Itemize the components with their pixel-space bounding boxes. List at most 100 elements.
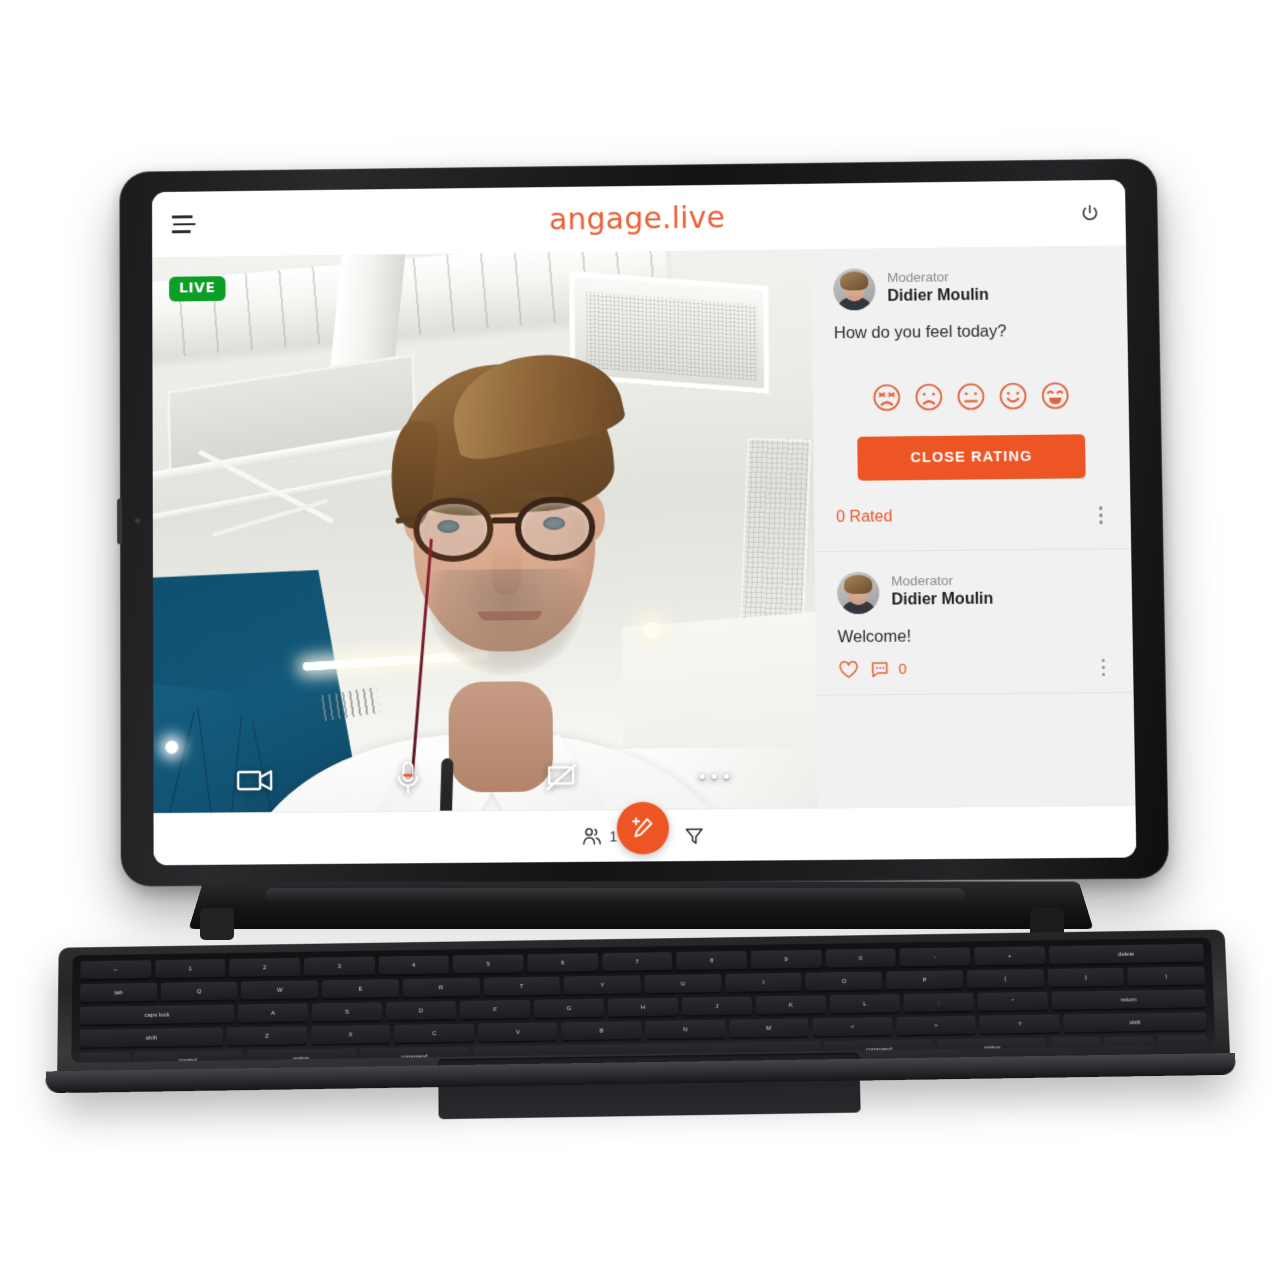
keyboard-key[interactable]: W xyxy=(241,980,319,1001)
keyboard-key[interactable] xyxy=(1157,1035,1208,1055)
tablet-power-side-button[interactable] xyxy=(117,498,123,545)
keyboard-key[interactable]: shift xyxy=(79,1027,224,1049)
keyboard-key[interactable]: C xyxy=(394,1023,475,1044)
keyboard-key[interactable]: S xyxy=(311,1002,383,1023)
keyboard-key[interactable]: " xyxy=(977,991,1049,1012)
keyboard-key[interactable]: + xyxy=(973,946,1045,967)
emoji-angry-icon[interactable] xyxy=(871,382,901,412)
keyboard-key[interactable]: Z xyxy=(227,1026,307,1047)
keyboard-key[interactable]: N xyxy=(645,1019,726,1040)
keyboard-key[interactable]: O xyxy=(805,971,883,992)
brand-logo: angage.live xyxy=(548,200,726,238)
people-icon xyxy=(580,825,602,847)
keyboard-key[interactable]: 9 xyxy=(750,949,822,970)
keyboard-hinge-bar xyxy=(265,888,965,903)
keyboard-key[interactable]: P xyxy=(886,970,964,991)
keyboard-key[interactable]: K xyxy=(755,995,827,1016)
app-header: angage.live xyxy=(152,179,1127,258)
message-options-kebab-icon[interactable] xyxy=(1095,656,1111,678)
avatar xyxy=(833,268,876,311)
live-badge: LIVE xyxy=(169,276,226,302)
keyboard-key[interactable] xyxy=(1050,1036,1101,1057)
keyboard-key[interactable]: ~ xyxy=(80,960,151,981)
keyboard-key[interactable]: control xyxy=(132,1050,243,1063)
keyboard-key[interactable]: 1 xyxy=(154,958,226,979)
keyboard-key[interactable]: : xyxy=(903,992,975,1013)
keyboard-key[interactable]: V xyxy=(477,1022,558,1043)
keyboard-key[interactable]: F xyxy=(459,999,531,1020)
keyboard-key[interactable]: I xyxy=(725,972,803,993)
comment-bubble-icon[interactable] xyxy=(869,659,890,680)
glasses-lens-left xyxy=(413,497,494,563)
keyboard-key[interactable]: T xyxy=(483,976,561,997)
emoji-sad-icon[interactable] xyxy=(913,382,943,412)
participants-button[interactable]: 1 xyxy=(580,825,617,847)
power-icon[interactable] xyxy=(1073,197,1106,229)
keyboard-key[interactable]: } xyxy=(1047,967,1125,988)
emoji-smile-icon[interactable] xyxy=(997,381,1028,411)
keyboard-key[interactable]: caps lock xyxy=(79,1004,234,1026)
keyboard-key[interactable]: 6 xyxy=(527,953,599,974)
keyboard-key[interactable]: B xyxy=(561,1020,642,1042)
compose-pencil-icon xyxy=(630,815,656,841)
keyboard-key[interactable]: 5 xyxy=(452,954,524,975)
hamburger-menu-icon[interactable] xyxy=(171,207,206,241)
microphone-toggle-button[interactable] xyxy=(332,760,485,797)
more-options-button[interactable] xyxy=(638,773,792,779)
presenter-portrait xyxy=(152,249,817,814)
screenshare-toggle-button[interactable] xyxy=(484,762,637,793)
video-stage[interactable]: LIVE xyxy=(152,249,818,814)
keyboard-key[interactable]: { xyxy=(966,969,1044,990)
keyboard-key[interactable]: M xyxy=(728,1018,809,1039)
heart-icon[interactable] xyxy=(838,659,859,680)
keyboard-key[interactable] xyxy=(1103,1035,1155,1056)
keyboard-key[interactable]: L xyxy=(829,994,901,1015)
keyboard-key[interactable]: 4 xyxy=(378,955,450,976)
keyboard-key[interactable]: delete xyxy=(1048,943,1204,965)
keyboard-key[interactable]: U xyxy=(644,974,722,995)
filter-button[interactable] xyxy=(683,824,705,846)
camera-toggle-button[interactable] xyxy=(179,765,332,794)
emoji-neutral-icon[interactable] xyxy=(955,381,986,411)
keyboard-key[interactable]: Y xyxy=(563,975,641,996)
keyboard-key[interactable]: tab xyxy=(80,982,157,1003)
keyboard-key[interactable]: - xyxy=(899,947,971,968)
close-rating-button[interactable]: CLOSE RATING xyxy=(857,434,1086,481)
app-footer-bar: 1 xyxy=(153,801,1137,866)
message-post: Moderator Didier Moulin Welcome! 0 xyxy=(814,548,1134,696)
compose-button[interactable] xyxy=(616,801,670,855)
key-deck: ~1 2 3 4 5 6 7 8 9 0- + delete tab Q W E R T Y U I O P{} | caps … xyxy=(71,937,1216,1063)
author-role: Moderator xyxy=(887,269,949,286)
keyboard-key[interactable]: X xyxy=(310,1024,391,1046)
message-actions-row: 0 xyxy=(838,656,1111,680)
keyboard-key[interactable]: H xyxy=(607,997,679,1018)
keyboard-key[interactable]: | xyxy=(1127,966,1206,987)
keyboard-key[interactable]: 7 xyxy=(601,952,673,972)
keyboard-key[interactable]: ? xyxy=(979,1014,1060,1035)
keyboard-key[interactable]: return xyxy=(1051,989,1206,1011)
keyboard-key[interactable]: J xyxy=(681,996,753,1017)
keyboard-key[interactable]: G xyxy=(533,998,605,1019)
keyboard-key[interactable]: > xyxy=(895,1015,977,1036)
rating-emoji-row xyxy=(835,380,1107,413)
keyboard-key[interactable]: 8 xyxy=(676,950,748,971)
keyboard-key[interactable] xyxy=(79,1051,130,1063)
keyboard-key[interactable]: < xyxy=(812,1017,893,1038)
rating-options-kebab-icon[interactable] xyxy=(1093,504,1109,526)
keyboard-key[interactable]: shift xyxy=(1063,1012,1207,1034)
keyboard-key[interactable]: option xyxy=(937,1037,1048,1059)
keyboard-key[interactable]: 0 xyxy=(825,948,897,969)
keyboard-key[interactable]: 2 xyxy=(229,957,300,978)
keyboard-key[interactable]: A xyxy=(237,1003,308,1024)
comment-count-label: 0 xyxy=(898,660,907,678)
keyboard-key[interactable]: Q xyxy=(160,981,238,1002)
avatar-hair xyxy=(843,574,873,594)
keyboard-key[interactable]: R xyxy=(402,977,480,998)
keyboard-key[interactable]: 3 xyxy=(303,956,375,977)
keyboard-key[interactable]: D xyxy=(385,1000,457,1021)
emoji-laugh-icon[interactable] xyxy=(1039,381,1070,411)
keyboard-key[interactable]: option xyxy=(246,1048,356,1063)
rating-question: How do you feel today? xyxy=(833,322,1007,343)
presenter-beard xyxy=(427,568,585,677)
keyboard-key[interactable]: E xyxy=(322,979,399,1000)
